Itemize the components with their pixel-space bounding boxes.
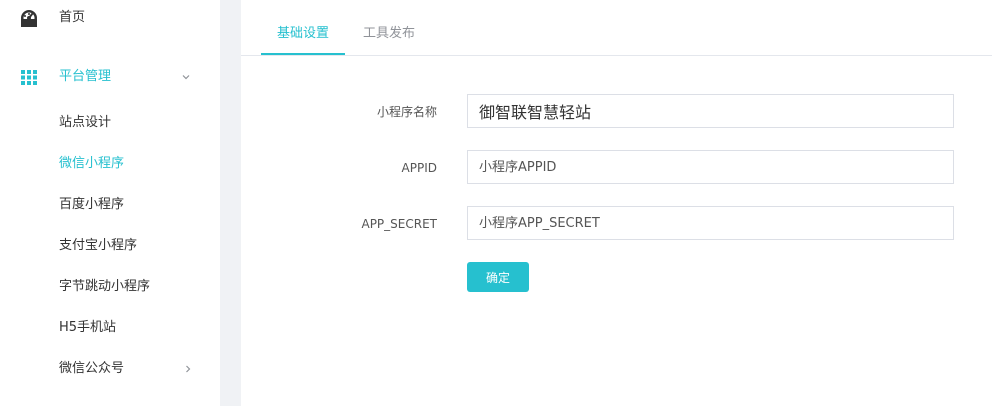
sidebar-group-label: 平台管理 bbox=[59, 69, 112, 84]
main-panel: 基础设置 工具发布 小程序名称 APPID APP_SECRET 确定 bbox=[241, 0, 992, 406]
appid-input[interactable] bbox=[467, 150, 954, 184]
sidebar-item-home[interactable]: 首页 bbox=[0, 0, 220, 36]
dashboard-icon bbox=[21, 10, 37, 27]
sidebar-item-label: 站点设计 bbox=[59, 115, 112, 130]
chevron-right-icon bbox=[186, 365, 191, 373]
sidebar: 首页 平台管理 站点设计 微信小程序 百度小程序 支付宝小程序 字节跳动小程序 … bbox=[0, 0, 220, 406]
sidebar-item-wechat-miniprogram[interactable]: 微信小程序 bbox=[0, 146, 220, 182]
sidebar-item-label: 微信公众号 bbox=[59, 361, 125, 376]
sidebar-item-label: 百度小程序 bbox=[59, 197, 125, 212]
tab-basic-settings[interactable]: 基础设置 bbox=[277, 25, 329, 43]
app-secret-input[interactable] bbox=[467, 206, 954, 240]
grid-icon bbox=[21, 70, 37, 85]
app-secret-label: APP_SECRET bbox=[361, 217, 437, 231]
sidebar-item-label: 字节跳动小程序 bbox=[59, 279, 151, 294]
active-tab-indicator bbox=[261, 53, 345, 55]
sidebar-item-label: 微信小程序 bbox=[59, 156, 125, 171]
sidebar-item-bytedance-miniprogram[interactable]: 字节跳动小程序 bbox=[0, 269, 220, 305]
sidebar-item-baidu-miniprogram[interactable]: 百度小程序 bbox=[0, 187, 220, 223]
appid-label: APPID bbox=[401, 161, 437, 175]
sidebar-item-site-design[interactable]: 站点设计 bbox=[0, 105, 220, 141]
sidebar-group-platform[interactable]: 平台管理 bbox=[0, 58, 220, 96]
confirm-button[interactable]: 确定 bbox=[467, 262, 529, 292]
sidebar-item-wechat-official-account[interactable]: 微信公众号 bbox=[0, 351, 220, 387]
sidebar-item-alipay-miniprogram[interactable]: 支付宝小程序 bbox=[0, 228, 220, 264]
sidebar-item-label: H5手机站 bbox=[59, 320, 117, 335]
chevron-down-icon bbox=[182, 75, 190, 80]
sidebar-item-h5-mobile[interactable]: H5手机站 bbox=[0, 310, 220, 346]
sidebar-item-label: 支付宝小程序 bbox=[59, 238, 138, 253]
tab-tool-publish[interactable]: 工具发布 bbox=[363, 25, 415, 43]
miniprogram-name-input[interactable] bbox=[467, 94, 954, 128]
tab-bar: 基础设置 工具发布 bbox=[241, 0, 992, 56]
sidebar-item-home-label: 首页 bbox=[59, 10, 86, 25]
name-label: 小程序名称 bbox=[376, 105, 437, 119]
